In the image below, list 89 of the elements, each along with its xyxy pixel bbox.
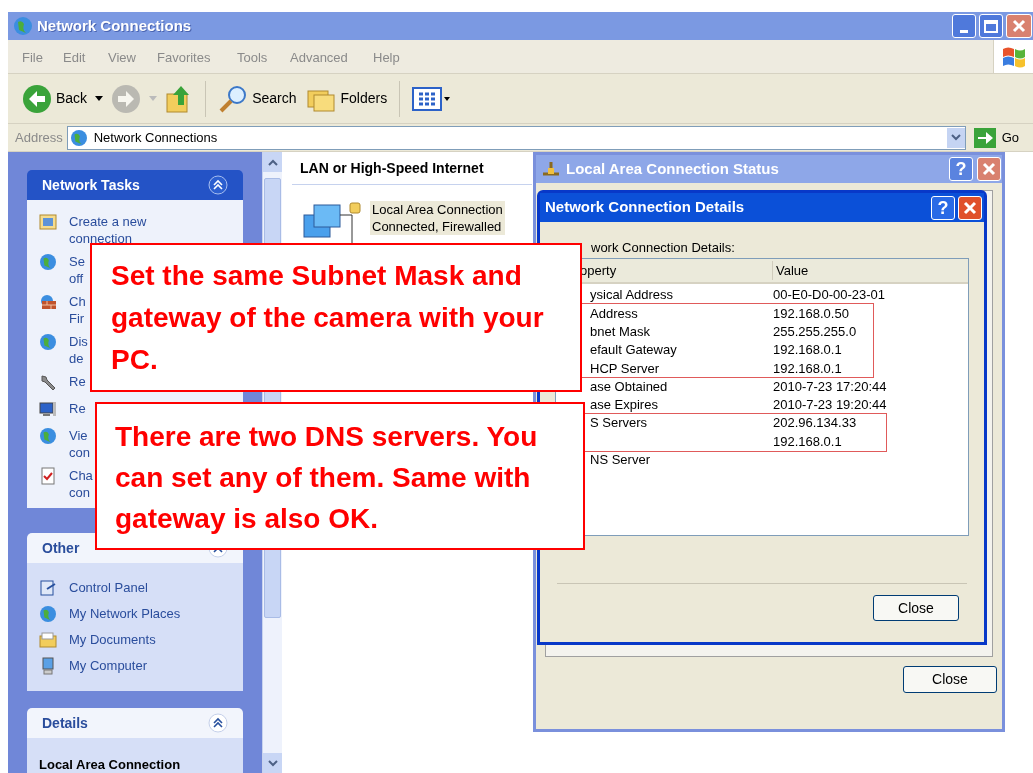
globe-icon: [13, 16, 33, 36]
property-cell: ysical Address: [590, 287, 674, 303]
caret-icon: [95, 95, 104, 102]
value-cell-text: 192.168.0.50: [773, 304, 849, 323]
property-cell: HCP Server: [590, 360, 660, 376]
close-button[interactable]: Close: [903, 666, 997, 693]
details-label: work Connection Details:: [590, 239, 736, 257]
maximize-button[interactable]: [979, 14, 1003, 38]
task-link[interactable]: Se off: [69, 253, 85, 287]
property-cell: S Servers: [590, 415, 648, 431]
task-link[interactable]: Re: [69, 400, 86, 417]
dialog-title: Local Area Connection Status: [566, 158, 779, 179]
globe-icon: [39, 427, 57, 445]
caret-icon: [149, 95, 158, 102]
scroll-up-button[interactable]: [263, 152, 282, 172]
value-cell-text: 00-E0-D0-00-23-01: [773, 286, 885, 305]
search-icon: [218, 83, 249, 114]
back-button[interactable]: Back: [20, 80, 90, 117]
close-button[interactable]: [977, 157, 1001, 181]
close-button[interactable]: [958, 195, 982, 220]
value-cell-text: 2010-7-23 17:20:44: [773, 377, 887, 396]
monitor-icon: [39, 400, 57, 418]
network-plug-icon: [540, 160, 562, 178]
globe-icon: [39, 333, 57, 351]
minimize-button[interactable]: [952, 14, 976, 38]
window-icon: [39, 213, 57, 231]
value-cell-text: 192.168.0.1: [773, 432, 842, 451]
chevron-down-icon: [950, 134, 961, 141]
value-cell-text: 202.96.134.33: [773, 414, 857, 433]
task-link[interactable]: Control Panel: [69, 579, 148, 596]
task-link[interactable]: My Documents: [69, 631, 156, 648]
address-label: Address: [14, 128, 63, 147]
group-heading: LAN or High-Speed Internet: [299, 160, 484, 176]
maximize-icon: [984, 19, 998, 33]
panel-icon: [39, 579, 57, 597]
property-cell: ase Obtained: [590, 378, 668, 394]
task-link[interactable]: Create a new connection: [69, 213, 147, 247]
folders-button[interactable]: Folders: [304, 80, 390, 117]
help-button[interactable]: ?: [949, 157, 973, 181]
wrench-icon: [39, 373, 57, 391]
window-title: Network Connections: [37, 15, 192, 36]
close-icon: [1012, 19, 1026, 33]
search-button[interactable]: Search: [216, 80, 299, 117]
computer-icon: [39, 657, 57, 675]
globe-icon: [39, 605, 57, 623]
help-button[interactable]: ?: [931, 195, 955, 220]
scroll-down-button[interactable]: [263, 753, 282, 773]
property-cell: ase Expires: [590, 397, 658, 413]
close-button[interactable]: [1006, 14, 1032, 38]
globe-icon: [69, 128, 88, 147]
address-field[interactable]: Network Connections: [66, 125, 966, 150]
close-button[interactable]: Close: [873, 595, 959, 621]
collapse-icon: [208, 175, 228, 195]
property-cell: efault Gateway: [590, 342, 677, 358]
checked-document-icon: [39, 467, 57, 485]
globe-icon: [39, 253, 57, 271]
panel-header[interactable]: Network Tasks: [27, 170, 243, 200]
task-link[interactable]: Ch Fir: [69, 293, 86, 327]
collapse-icon: [208, 713, 228, 733]
task-link[interactable]: Vie con: [69, 427, 90, 461]
task-link[interactable]: Re: [69, 373, 86, 390]
column-header[interactable]: Value: [773, 260, 809, 281]
value-cell-text: 2010-7-23 19:20:44: [773, 396, 887, 415]
dialog-title: Network Connection Details: [545, 197, 745, 218]
callout-text: There are two DNS servers. You can set any of them. Same with gateway is also OK.: [115, 420, 539, 536]
property-cell: Address: [590, 305, 638, 321]
task-link[interactable]: My Network Places: [69, 605, 181, 622]
grid-view-icon: [412, 85, 453, 112]
detail-title: Local Area Connection: [39, 756, 181, 773]
task-link[interactable]: Dis de: [69, 333, 88, 367]
task-link[interactable]: My Computer: [69, 657, 148, 674]
dropdown-button[interactable]: [946, 127, 965, 148]
minimize-icon: [960, 30, 968, 33]
folder-icon: [39, 631, 57, 649]
callout-text: Set the same Subnet Mask and gateway of the camera with your PC.: [111, 259, 545, 377]
task-link[interactable]: Cha con: [69, 467, 93, 501]
close-icon: [982, 162, 996, 176]
chevron-up-icon: [267, 158, 278, 166]
close-icon: [963, 200, 977, 215]
value-cell-text: 192.168.0.1: [773, 341, 842, 360]
brick-wall-icon: [39, 293, 57, 311]
go-button[interactable]: Go: [969, 127, 1033, 148]
connection-label[interactable]: Local Area Connection Connected, Firewalled: [370, 201, 505, 235]
property-cell: NS Server: [590, 452, 650, 468]
chevron-down-icon: [267, 759, 278, 767]
property-cell: bnet Mask: [590, 324, 650, 339]
value-cell-text: 192.168.0.1: [773, 359, 842, 378]
panel-header[interactable]: Details: [27, 708, 243, 738]
value-cell-text: 255.255.255.0: [773, 323, 857, 341]
